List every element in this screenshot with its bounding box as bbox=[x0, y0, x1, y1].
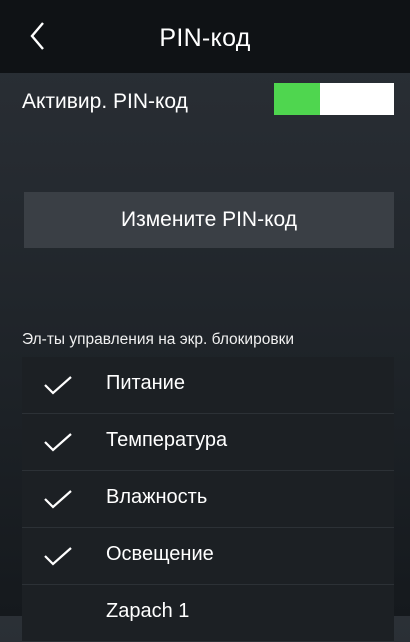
list-item-label: Влажность bbox=[106, 486, 208, 508]
checkmark-icon bbox=[44, 490, 72, 509]
pin-toggle[interactable] bbox=[274, 83, 394, 115]
checkmark-icon bbox=[44, 376, 72, 395]
list-item-lighting[interactable]: Освещение bbox=[22, 528, 394, 585]
header-bar: PIN-код bbox=[0, 0, 410, 73]
checkmark-icon bbox=[44, 547, 72, 566]
list-item-label: Температура bbox=[106, 429, 228, 451]
lock-controls-section-label: Эл-ты управления на экр. блокировки bbox=[22, 331, 295, 348]
pin-toggle-label: Активир. PIN-код bbox=[22, 90, 188, 113]
page-title: PIN-код bbox=[159, 24, 251, 52]
list-item-label: Питание bbox=[106, 372, 185, 394]
lock-controls-list: Питание Температура Влажность Освещение … bbox=[22, 357, 394, 642]
checkmark-icon bbox=[44, 433, 72, 452]
list-item-humidity[interactable]: Влажность bbox=[22, 471, 394, 528]
list-item-power[interactable]: Питание bbox=[22, 357, 394, 414]
list-item-temperature[interactable]: Температура bbox=[22, 414, 394, 471]
list-item-label: Zapach 1 bbox=[106, 600, 190, 622]
pin-toggle-on-indicator bbox=[274, 83, 320, 115]
list-item-label: Освещение bbox=[106, 543, 214, 565]
list-item-scent[interactable]: Zapach 1 bbox=[22, 585, 394, 642]
change-pin-button[interactable]: Измените PIN-код bbox=[24, 192, 394, 248]
